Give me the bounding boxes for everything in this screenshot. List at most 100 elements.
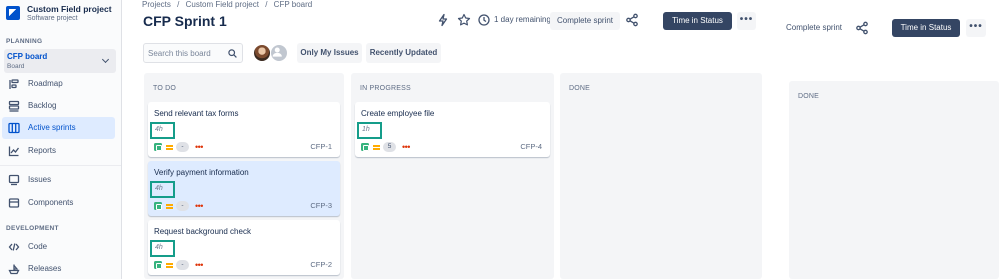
breadcrumb-separator: / [177, 0, 180, 9]
sidebar-item-reports[interactable]: Reports [2, 140, 115, 162]
priority-medium-icon [166, 203, 173, 209]
issue-card[interactable]: Verify payment information 4h - ••• CFP-… [148, 161, 340, 216]
issue-card[interactable]: Request background check 4h - ••• CFP-2 [148, 220, 340, 275]
board-name: CFP board [7, 52, 48, 61]
lightning-icon[interactable] [436, 13, 450, 27]
breadcrumb-project[interactable]: Custom Field project [186, 0, 259, 9]
avatar[interactable] [253, 44, 271, 62]
sidebar-item-label: Active sprints [28, 123, 76, 132]
sidebar-divider [0, 165, 121, 166]
code-icon [8, 243, 20, 251]
breadcrumb: Projects / Custom Field project / CFP bo… [142, 0, 316, 9]
priority-medium-icon [373, 144, 380, 150]
column-title: DONE [798, 93, 820, 100]
story-icon [361, 143, 369, 151]
estimate-field: 1h [357, 122, 382, 139]
project-name: Custom Field project [27, 4, 112, 14]
priority-dots-icon: ••• [402, 142, 410, 152]
share-icon[interactable] [625, 13, 639, 27]
issue-title: Create employee file [361, 109, 435, 118]
sidebar-item-label: Components [28, 198, 74, 207]
project-header[interactable]: Custom Field project Software project [6, 3, 121, 25]
story-icon [154, 261, 162, 269]
issue-key[interactable]: CFP-1 [310, 142, 332, 151]
story-points-badge: - [176, 201, 189, 211]
days-remaining: 1 day remaining [494, 15, 551, 24]
estimate-field: 4h [150, 122, 175, 139]
sidebar-item-label: Reports [28, 146, 57, 155]
column-in-progress: IN PROGRESS Create employee file 1h 5 ••… [351, 73, 554, 279]
sidebar-item-label: Releases [28, 264, 62, 273]
components-icon [8, 198, 20, 208]
estimate-value: 4h [155, 185, 163, 192]
column-done-secondary: DONE [789, 81, 999, 279]
recently-updated-filter[interactable]: Recently Updated [366, 43, 441, 63]
complete-sprint-button-secondary[interactable]: Complete sprint [781, 19, 847, 37]
story-icon [154, 202, 162, 210]
board-selector[interactable]: CFP board Board [4, 49, 116, 73]
issue-key[interactable]: CFP-2 [310, 260, 332, 269]
more-actions-button-secondary[interactable]: ••• [966, 19, 986, 37]
time-in-status-button-secondary[interactable]: Time in Status [892, 19, 960, 37]
project-logo-icon [6, 6, 20, 20]
column-title: TO DO [153, 85, 177, 92]
star-icon[interactable] [457, 13, 471, 27]
development-section-label: DEVELOPMENT [6, 225, 59, 232]
priority-dots-icon: ••• [195, 142, 203, 152]
clock-icon [478, 14, 490, 26]
breadcrumb-separator: / [265, 0, 268, 9]
issue-key[interactable]: CFP-3 [310, 201, 332, 210]
sidebar-item-label: Issues [28, 175, 52, 184]
issue-title: Send relevant tax forms [154, 109, 239, 118]
page-title: CFP Sprint 1 [143, 13, 227, 29]
complete-sprint-button[interactable]: Complete sprint [550, 12, 620, 30]
planning-section-label: PLANNING [6, 38, 43, 45]
search-box[interactable] [143, 43, 243, 63]
sidebar-item-active-sprints[interactable]: Active sprints [2, 117, 115, 139]
story-icon [154, 143, 162, 151]
estimate-field: 4h [150, 181, 175, 198]
issue-key[interactable]: CFP-4 [520, 142, 542, 151]
ship-icon [8, 264, 20, 275]
column-title: IN PROGRESS [360, 85, 411, 92]
search-input[interactable] [148, 47, 228, 59]
sidebar-item-roadmap[interactable]: Roadmap [2, 73, 115, 95]
project-type: Software project [27, 15, 78, 22]
issue-title: Verify payment information [154, 168, 249, 177]
estimate-value: 4h [155, 244, 163, 251]
more-actions-button[interactable]: ••• [737, 12, 756, 30]
estimate-value: 1h [362, 126, 370, 133]
backlog-icon [8, 100, 20, 112]
priority-medium-icon [166, 262, 173, 268]
board-columns-icon [8, 122, 20, 134]
time-in-status-button[interactable]: Time in Status [663, 12, 732, 30]
share-icon[interactable] [855, 21, 869, 35]
priority-dots-icon: ••• [195, 201, 203, 211]
only-my-issues-filter[interactable]: Only My Issues [297, 43, 362, 63]
board-type: Board [7, 63, 25, 70]
sidebar-item-issues[interactable]: Issues [2, 169, 115, 191]
chevron-down-icon [101, 55, 110, 64]
sidebar-item-components[interactable]: Components [2, 192, 115, 214]
sidebar: Custom Field project Software project PL… [0, 0, 122, 279]
breadcrumb-board[interactable]: CFP board [274, 0, 313, 9]
estimate-field: 4h [150, 240, 175, 257]
column-title: DONE [569, 85, 591, 92]
avatar-unassigned[interactable] [270, 44, 288, 62]
issue-card[interactable]: Send relevant tax forms 4h - ••• CFP-1 [148, 102, 340, 157]
column-todo: TO DO Send relevant tax forms 4h - ••• C… [144, 73, 344, 279]
story-points-badge: 5 [383, 142, 396, 152]
story-points-badge: - [176, 142, 189, 152]
estimate-value: 4h [155, 126, 163, 133]
sidebar-item-label: Code [28, 242, 48, 251]
sidebar-item-backlog[interactable]: Backlog [2, 95, 115, 117]
user-icon [272, 47, 282, 57]
sidebar-item-releases[interactable]: Releases [2, 258, 115, 279]
issue-card[interactable]: Create employee file 1h 5 ••• CFP-4 [355, 102, 550, 157]
sidebar-item-code[interactable]: Code [2, 236, 115, 258]
sidebar-item-label: Backlog [28, 101, 57, 110]
priority-medium-icon [166, 144, 173, 150]
issues-icon [8, 174, 20, 186]
sidebar-item-label: Roadmap [28, 79, 63, 88]
breadcrumb-projects[interactable]: Projects [142, 0, 171, 9]
